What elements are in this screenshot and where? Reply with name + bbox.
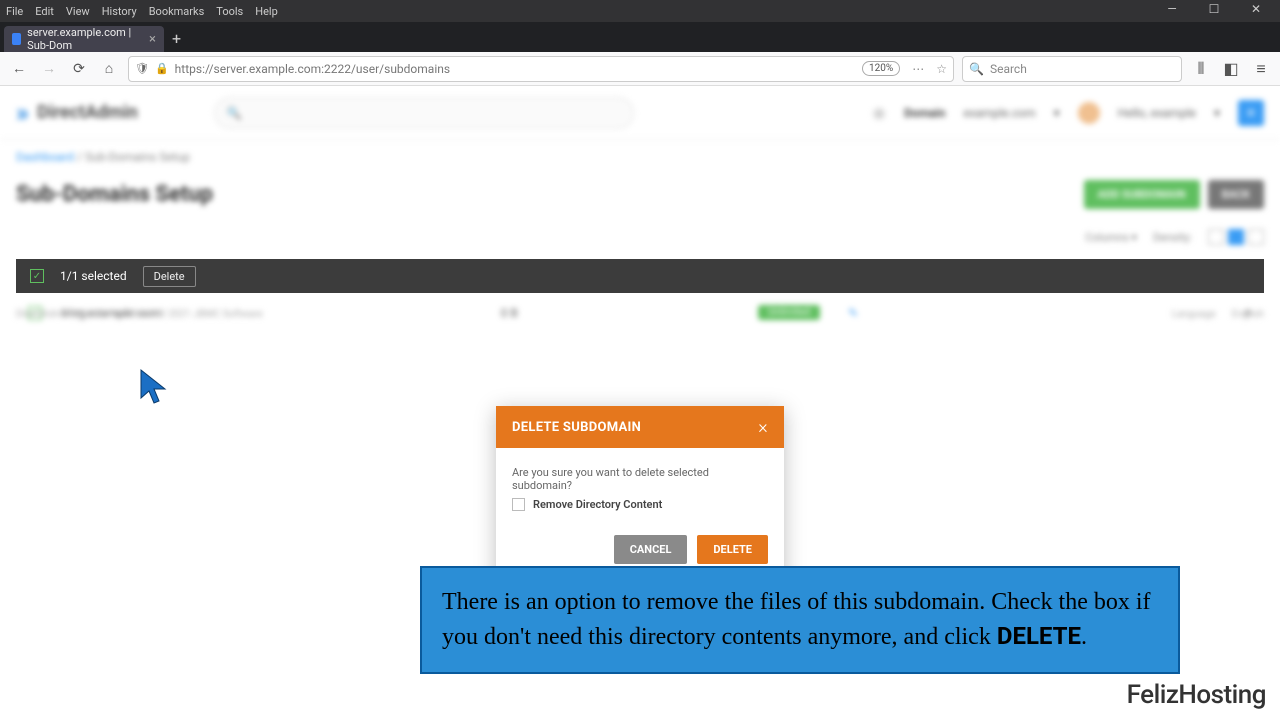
density-large[interactable] — [1248, 229, 1264, 245]
selection-count: 1/1 selected — [60, 269, 127, 283]
modal-close-icon[interactable]: × — [758, 417, 768, 438]
table-options: Columns ▾ Density: — [0, 223, 1280, 251]
url-text: https://server.example.com:2222/user/sub… — [175, 62, 450, 76]
app-header: » DirectAdmin 🔍 ◉ Domain example.com ▾ H… — [0, 86, 1280, 140]
delete-selected-button[interactable]: Delete — [143, 266, 196, 287]
browser-tab[interactable]: server.example.com | Sub-Dom × — [4, 26, 164, 52]
browser-addressbar: ← → ⟳ ⌂ 🛡 🔒 https://server.example.com:2… — [0, 52, 1280, 86]
menu-help[interactable]: Help — [255, 5, 278, 18]
home-button[interactable]: ⌂ — [98, 58, 120, 80]
modal-title: DELETE SUBDOMAIN — [512, 420, 641, 435]
breadcrumb-current: Sub-Domains Setup — [85, 150, 190, 164]
reader-icon[interactable]: ⋯ — [912, 62, 924, 76]
forward-button[interactable]: → — [38, 58, 60, 80]
appmenu-icon[interactable]: ≡ — [1250, 58, 1272, 80]
domain-value: example.com — [963, 106, 1035, 120]
app-search-input[interactable]: 🔍 — [214, 97, 634, 129]
library-icon[interactable]: ⫴ — [1190, 58, 1212, 80]
sidebar-icon[interactable]: ◧ — [1220, 58, 1242, 80]
selection-bar: ✓ 1/1 selected Delete — [16, 259, 1264, 293]
shield-icon: 🛡 — [135, 62, 149, 75]
menu-history[interactable]: History — [102, 5, 137, 18]
density-normal[interactable] — [1228, 229, 1244, 245]
delete-button[interactable]: DELETE — [697, 535, 768, 564]
zoom-badge[interactable]: 120% — [862, 61, 900, 76]
menu-file[interactable]: File — [6, 5, 23, 18]
menu-edit[interactable]: Edit — [35, 5, 54, 18]
browser-tabbar: server.example.com | Sub-Dom × + — [0, 22, 1280, 52]
remove-directory-checkbox[interactable] — [512, 498, 525, 511]
app-footer: DirectAdmin Web Control Panel © 2021 JBM… — [16, 309, 1264, 320]
remove-directory-label: Remove Directory Content — [533, 498, 662, 511]
density-compact[interactable] — [1208, 229, 1224, 245]
cursor-icon — [139, 368, 171, 408]
footer-language-label: Language — [1172, 309, 1216, 320]
watermark: FelizHosting — [1127, 680, 1266, 710]
delete-subdomain-modal: DELETE SUBDOMAIN × Are you sure you want… — [496, 406, 784, 580]
search-placeholder: Search — [990, 62, 1027, 76]
select-all-checkbox[interactable]: ✓ — [30, 269, 44, 283]
brand-text: DirectAdmin — [37, 102, 138, 123]
back-button[interactable]: ← — [8, 58, 30, 80]
reload-button[interactable]: ⟳ — [68, 58, 90, 80]
favicon-icon — [12, 33, 21, 45]
cancel-button[interactable]: CANCEL — [614, 535, 688, 564]
browser-menubar: File Edit View History Bookmarks Tools H… — [0, 0, 1280, 22]
footer-language-value[interactable]: English — [1232, 309, 1264, 320]
brand-logo[interactable]: » DirectAdmin — [16, 98, 138, 128]
bookmark-icon[interactable]: ☆ — [936, 62, 947, 76]
tab-title: server.example.com | Sub-Dom — [27, 26, 143, 52]
search-icon: 🔍 — [969, 62, 984, 76]
url-input[interactable]: 🛡 🔒 https://server.example.com:2222/user… — [128, 56, 954, 82]
hamburger-button[interactable]: ≡ — [1238, 100, 1264, 126]
menu-view[interactable]: View — [66, 5, 90, 18]
modal-message: Are you sure you want to delete selected… — [512, 466, 768, 492]
user-dropdown-icon[interactable]: ▾ — [1214, 106, 1220, 120]
menu-bookmarks[interactable]: Bookmarks — [149, 5, 205, 18]
tab-close-icon[interactable]: × — [149, 32, 156, 47]
domain-dropdown-icon[interactable]: ▾ — [1054, 106, 1060, 120]
close-window-button[interactable]: ✕ — [1248, 2, 1264, 16]
minimize-button[interactable]: — — [1164, 2, 1180, 16]
avatar[interactable] — [1078, 102, 1100, 124]
hello-text: Hello, example — [1118, 106, 1196, 120]
breadcrumb: Dashboard / Sub-Domains Setup — [0, 140, 1280, 174]
menu-tools[interactable]: Tools — [216, 5, 243, 18]
notification-icon[interactable]: ◉ — [872, 103, 886, 122]
brand-icon: » — [16, 98, 29, 128]
breadcrumb-root[interactable]: Dashboard — [16, 150, 74, 164]
new-tab-button[interactable]: + — [172, 29, 181, 48]
columns-dropdown[interactable]: Columns ▾ — [1085, 231, 1137, 244]
lock-icon: 🔒 — [155, 62, 169, 75]
search-icon: 🔍 — [227, 106, 242, 120]
footer-copyright: DirectAdmin Web Control Panel © 2021 JBM… — [16, 309, 263, 320]
domain-label: Domain — [904, 106, 945, 120]
density-label: Density: — [1153, 231, 1192, 244]
add-subdomain-button[interactable]: ADD SUBDOMAIN — [1084, 180, 1200, 209]
back-button[interactable]: BACK — [1208, 180, 1264, 209]
maximize-button[interactable]: ☐ — [1206, 2, 1222, 16]
page-title: Sub-Domains Setup — [16, 182, 213, 207]
tutorial-callout: There is an option to remove the files o… — [420, 566, 1180, 674]
search-input[interactable]: 🔍 Search — [962, 56, 1182, 82]
